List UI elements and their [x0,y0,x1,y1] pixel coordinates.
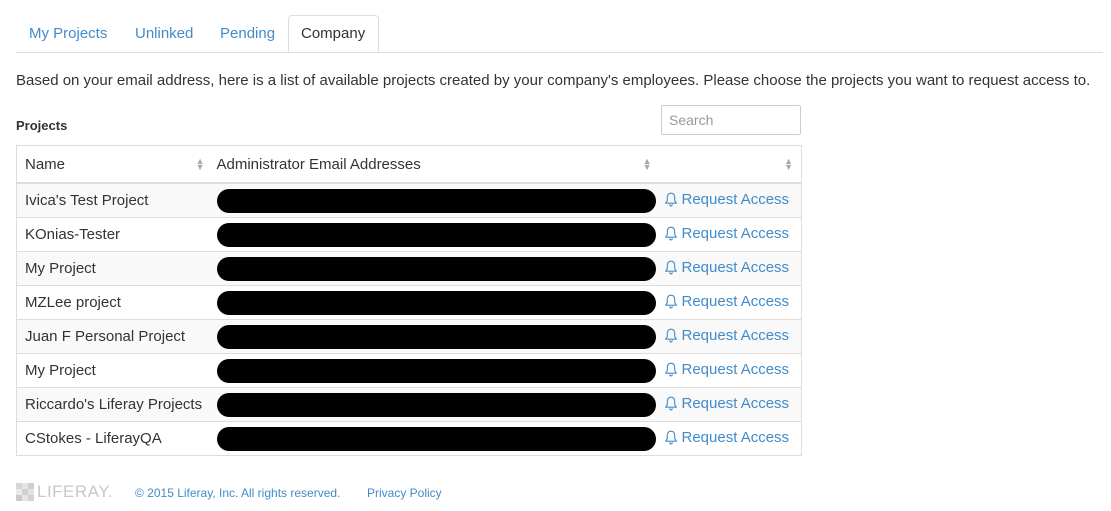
table-row: Riccardo's Liferay Projects Request Acces… [16,387,802,422]
liferay-logo: LIFERAY. [16,482,113,502]
action-cell: Request Access [659,421,802,456]
liferay-logo-text: LIFERAY. [37,482,114,501]
redacted-admin-emails [216,290,656,315]
redacted-admin-emails [216,324,656,349]
table-row: CStokes - LiferayQA Request Access [16,421,802,456]
liferay-logo-icon [16,483,34,501]
redacted-admin-emails [216,188,656,213]
project-name: My Project [25,260,96,277]
action-cell: Request Access [659,319,802,354]
table-row: MZLee project Request Access [16,285,802,320]
table-row: My Project Request Access [16,353,802,388]
request-access-label: Request Access [681,224,790,242]
bell-icon [664,192,682,207]
request-access-link[interactable]: Request Access [664,428,790,446]
bell-icon [664,294,682,309]
action-cell: Request Access [659,217,802,252]
project-name: KOnias-Tester [25,226,121,243]
projects-heading: Projects [16,118,68,133]
table-row: KOnias-Tester Request Access [16,217,802,252]
sort-icon[interactable]: ▲ ▼ [784,157,793,172]
project-name: Riccardo's Liferay Projects [25,396,203,413]
action-cell: Request Access [659,251,802,286]
project-name: Ivica's Test Project [25,192,149,209]
bell-icon [664,362,682,377]
project-name-cell: My Project [16,251,213,286]
request-access-link[interactable]: Request Access [664,292,790,310]
project-name-cell: My Project [16,353,213,388]
sort-icon[interactable]: ▲ ▼ [196,157,205,172]
project-name-cell: Riccardo's Liferay Projects [16,387,213,422]
admin-email-cell [212,182,660,218]
project-name: Juan F Personal Project [25,328,186,345]
project-name-cell: Juan F Personal Project [16,319,213,354]
request-access-label: Request Access [681,258,790,276]
bell-icon [664,430,682,445]
intro-text: Based on your email address, here is a l… [16,72,1091,89]
project-name-cell: MZLee project [16,285,213,320]
table-row: Ivica's Test Project Request Access [16,182,802,218]
table-header-row: Name ▲ ▼ Administrator Email Addresses ▲ ▼… [16,145,802,184]
tab-pending[interactable]: Pending [220,15,275,52]
redacted-admin-emails [216,426,656,451]
action-cell: Request Access [659,387,802,422]
project-name-cell: CStokes - LiferayQA [16,421,213,456]
request-access-label: Request Access [681,360,790,378]
admin-email-cell [212,217,660,252]
redacted-admin-emails [216,358,656,383]
column-header-name-label: Name [25,155,66,173]
project-name: My Project [25,362,96,379]
redacted-admin-emails [216,222,656,247]
column-header-admin-emails[interactable]: Administrator Email Addresses ▲ ▼ [212,145,660,184]
footer: LIFERAY. © 2015 Liferay, Inc. All rights… [16,482,616,506]
redacted-admin-emails [216,392,656,417]
search-input[interactable] [661,105,801,135]
request-access-link[interactable]: Request Access [664,224,790,242]
tab-unlinked[interactable]: Unlinked [135,15,193,52]
sort-icon[interactable]: ▲ ▼ [643,157,652,172]
request-access-link[interactable]: Request Access [664,394,790,412]
request-access-link[interactable]: Request Access [664,326,790,344]
bell-icon [664,226,682,241]
request-access-label: Request Access [681,428,790,446]
copyright-text: © 2015 Liferay, Inc. All rights reserved… [135,486,341,500]
project-name: MZLee project [25,294,121,311]
redacted-admin-emails [216,256,656,281]
column-header-admin-emails-label: Administrator Email Addresses [216,155,421,173]
projects-table: Name ▲ ▼ Administrator Email Addresses ▲ ▼… [16,145,802,456]
table-row: My Project Request Access [16,251,802,286]
admin-email-cell [212,387,660,422]
column-header-action[interactable]: ▲ ▼ [659,145,802,184]
tab-company[interactable]: Company [288,15,379,52]
admin-email-cell [212,421,660,456]
admin-email-cell [212,319,660,354]
request-access-link[interactable]: Request Access [664,190,790,208]
admin-email-cell [212,251,660,286]
request-access-label: Request Access [681,326,790,344]
tab-my-projects[interactable]: My Projects [29,15,107,52]
column-header-name[interactable]: Name ▲ ▼ [16,145,213,184]
action-cell: Request Access [659,182,802,218]
table-row: Juan F Personal Project Request Access [16,319,802,354]
request-access-label: Request Access [681,190,790,208]
bell-icon [664,260,682,275]
request-access-label: Request Access [681,394,790,412]
action-cell: Request Access [659,353,802,388]
project-tabs: My Projects Unlinked Pending Company [16,15,1103,53]
bell-icon [664,328,682,343]
project-name-cell: Ivica's Test Project [16,182,213,218]
request-access-label: Request Access [681,292,790,310]
admin-email-cell [212,353,660,388]
request-access-link[interactable]: Request Access [664,360,790,378]
action-cell: Request Access [659,285,802,320]
project-name-cell: KOnias-Tester [16,217,213,252]
admin-email-cell [212,285,660,320]
bell-icon [664,396,682,411]
project-name: CStokes - LiferayQA [25,430,162,447]
request-access-link[interactable]: Request Access [664,258,790,276]
privacy-policy-link[interactable]: Privacy Policy [367,486,442,500]
